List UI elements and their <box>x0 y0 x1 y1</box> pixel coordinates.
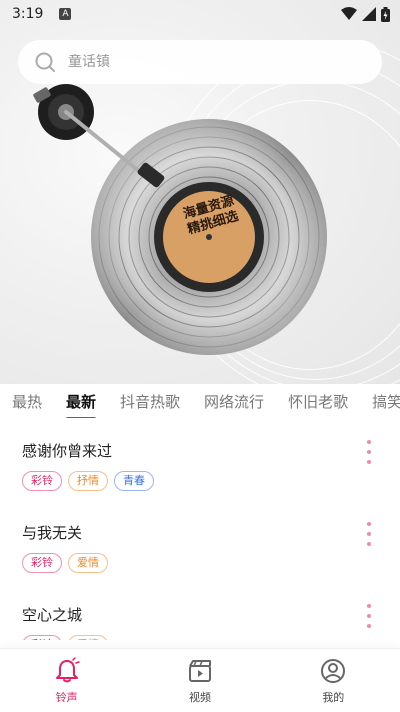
song-tag: 彩铃 <box>22 635 62 640</box>
profile-icon <box>321 659 346 683</box>
search-icon <box>35 52 55 72</box>
video-icon <box>188 660 211 682</box>
nav-label: 我的 <box>322 691 345 704</box>
category-tabs: 最热 最新 抖音热歌 网络流行 怀旧老歌 搞笑 <box>0 384 400 418</box>
song-tags: 彩铃 爱情 <box>22 635 378 640</box>
tonearm-illustration <box>33 84 165 188</box>
song-tag: 爱情 <box>68 553 108 573</box>
song-item[interactable]: 与我无关 彩铃 爱情 <box>0 506 400 588</box>
song-tag: 青春 <box>114 471 154 491</box>
nav-label: 视频 <box>188 691 211 704</box>
more-options-icon[interactable] <box>362 440 376 464</box>
tab-newest[interactable]: 最新 <box>66 391 97 418</box>
search-input[interactable] <box>68 54 348 70</box>
song-tags: 彩铃 抒情 青春 <box>22 471 378 491</box>
song-tag: 彩铃 <box>22 471 62 491</box>
song-title: 感谢你曾来过 <box>22 442 113 460</box>
song-list: 感谢你曾来过 彩铃 抒情 青春 与我无关 彩铃 爱情 空心之城 彩铃 爱情 <box>0 424 400 640</box>
song-title: 与我无关 <box>22 524 83 542</box>
tab-douyin-hits[interactable]: 抖音热歌 <box>120 391 180 412</box>
nav-item-ringtones[interactable]: 铃声 <box>0 649 133 712</box>
notification-icon: A <box>59 8 72 20</box>
status-bar: 3:19 A <box>0 0 400 28</box>
tab-internet-popular[interactable]: 网络流行 <box>204 391 264 412</box>
bell-icon <box>55 657 80 683</box>
song-tag: 抒情 <box>68 471 108 491</box>
song-tag: 彩铃 <box>22 553 62 573</box>
more-options-icon[interactable] <box>362 522 376 546</box>
nav-item-profile[interactable]: 我的 <box>267 649 400 712</box>
battery-icon <box>381 6 390 22</box>
wifi-icon <box>341 7 357 20</box>
status-time: 3:19 <box>12 6 44 22</box>
tab-hottest[interactable]: 最热 <box>12 391 42 412</box>
tab-oldies[interactable]: 怀旧老歌 <box>288 391 348 412</box>
more-options-icon[interactable] <box>362 604 376 628</box>
nav-label: 铃声 <box>55 691 78 704</box>
song-tags: 彩铃 爱情 <box>22 553 378 573</box>
search-bar[interactable] <box>18 40 382 84</box>
nav-item-video[interactable]: 视频 <box>133 649 266 712</box>
song-item[interactable]: 空心之城 彩铃 爱情 <box>0 588 400 640</box>
bottom-navigation: 铃声 视频 我的 <box>0 648 400 712</box>
song-title: 空心之城 <box>22 606 83 624</box>
song-item[interactable]: 感谢你曾来过 彩铃 抒情 青春 <box>0 424 400 506</box>
signal-icon <box>362 7 376 21</box>
song-tag: 爱情 <box>68 635 108 640</box>
status-icons <box>341 6 390 22</box>
tab-funny[interactable]: 搞笑 <box>372 391 400 412</box>
